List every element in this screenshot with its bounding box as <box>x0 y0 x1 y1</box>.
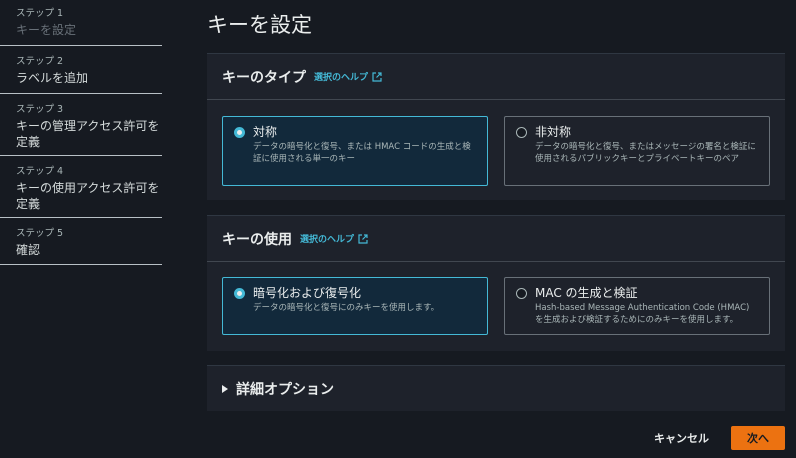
step-4-number: ステップ 4 <box>16 166 64 177</box>
advanced-options-title: 詳細オプション <box>236 381 334 398</box>
step-4-label[interactable]: キーの使用アクセス許可を定義 <box>16 180 162 212</box>
option-description: データの暗号化と復号、または HMAC コードの生成と検証に使用される単一のキー <box>253 142 471 164</box>
key-usage-panel: キーの使用 選択のヘルプ 暗号化および復号化 データの暗号化と復号にのみキーを使… <box>207 215 785 351</box>
wizard-steps: ステップ 1 キーを設定 ステップ 2 ラベルを追加 ステップ 3 キーの管理ア… <box>0 0 162 265</box>
key-type-help-label: 選択のヘルプ <box>314 73 369 83</box>
step-3-label[interactable]: キーの管理アクセス許可を定義 <box>16 118 162 150</box>
step-2-number: ステップ 2 <box>16 56 64 67</box>
cancel-button[interactable]: キャンセル <box>654 430 709 446</box>
key-type-options: 対称 データの暗号化と復号、または HMAC コードの生成と検証に使用される単一… <box>222 116 770 186</box>
app-root: ステップ 1 キーを設定 ステップ 2 ラベルを追加 ステップ 3 キーの管理ア… <box>0 0 796 458</box>
key-type-option-asymmetric[interactable]: 非対称 データの暗号化と復号、またはメッセージの署名と検証に使用されるパブリック… <box>504 116 770 186</box>
step-4[interactable]: ステップ 4 キーの使用アクセス許可を定義 <box>0 156 162 218</box>
step-1-label: キーを設定 <box>16 23 77 37</box>
step-2-label[interactable]: ラベルを追加 <box>16 70 162 86</box>
key-usage-title: キーの使用 <box>222 231 292 248</box>
page-title: キーを設定 <box>207 13 312 37</box>
option-description: Hash-based Message Authentication Code (… <box>535 303 750 325</box>
step-3[interactable]: ステップ 3 キーの管理アクセス許可を定義 <box>0 94 162 156</box>
step-3-number: ステップ 3 <box>16 104 64 115</box>
option-title: 非対称 <box>535 125 572 139</box>
key-usage-option-mac[interactable]: MAC の生成と検証 Hash-based Message Authentica… <box>504 277 770 335</box>
key-usage-option-encrypt-decrypt[interactable]: 暗号化および復号化 データの暗号化と復号にのみキーを使用します。 <box>222 277 488 335</box>
advanced-options-toggle[interactable]: 詳細オプション <box>207 365 785 411</box>
key-type-panel: キーのタイプ 選択のヘルプ 対称 データの暗号化と復号、または HMAC コード… <box>207 53 785 200</box>
option-description: データの暗号化と復号、またはメッセージの署名と検証に使用されるパブリックキーとプ… <box>535 142 756 164</box>
radio-unselected-icon[interactable] <box>516 127 527 138</box>
step-1: ステップ 1 キーを設定 <box>0 0 162 46</box>
key-type-help-link[interactable]: 選択のヘルプ <box>314 70 382 83</box>
radio-selected-icon[interactable] <box>234 288 245 299</box>
key-type-header: キーのタイプ 選択のヘルプ <box>207 54 785 100</box>
option-title: 対称 <box>253 125 278 139</box>
key-usage-header: キーの使用 選択のヘルプ <box>207 216 785 262</box>
key-type-title: キーのタイプ <box>222 69 306 86</box>
radio-selected-icon[interactable] <box>234 127 245 138</box>
external-link-icon <box>372 71 382 82</box>
step-1-number: ステップ 1 <box>16 8 64 19</box>
key-type-option-symmetric[interactable]: 対称 データの暗号化と復号、または HMAC コードの生成と検証に使用される単一… <box>222 116 488 186</box>
step-5-label[interactable]: 確認 <box>16 242 162 258</box>
key-usage-help-link[interactable]: 選択のヘルプ <box>300 232 368 245</box>
option-title: 暗号化および復号化 <box>253 286 362 300</box>
option-description: データの暗号化と復号にのみキーを使用します。 <box>253 303 440 313</box>
key-usage-options: 暗号化および復号化 データの暗号化と復号にのみキーを使用します。 MAC の生成… <box>222 277 770 335</box>
key-usage-help-label: 選択のヘルプ <box>300 235 355 245</box>
option-title: MAC の生成と検証 <box>535 286 638 300</box>
radio-unselected-icon[interactable] <box>516 288 527 299</box>
external-link-icon <box>358 233 368 244</box>
next-button[interactable]: 次へ <box>731 426 785 450</box>
step-2[interactable]: ステップ 2 ラベルを追加 <box>0 46 162 94</box>
step-5[interactable]: ステップ 5 確認 <box>0 218 162 265</box>
caret-right-icon <box>222 384 228 393</box>
footer-actions: キャンセル 次へ <box>654 426 785 450</box>
step-5-number: ステップ 5 <box>16 228 64 239</box>
